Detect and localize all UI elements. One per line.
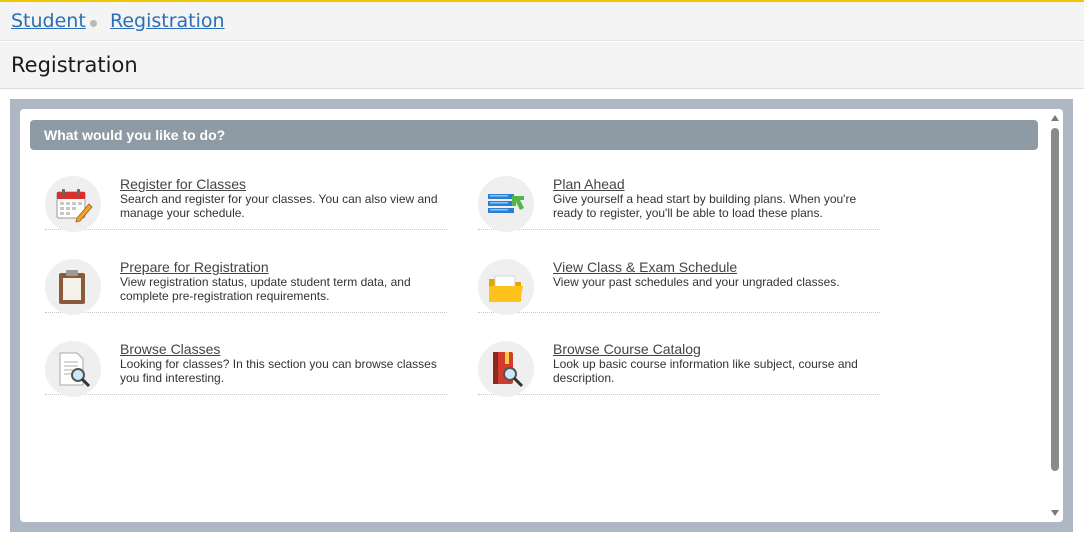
prepare-for-registration-description: View registration status, update student… xyxy=(120,275,411,303)
breadcrumb-separator xyxy=(90,20,97,27)
register-for-classes-description: Search and register for your classes. Yo… xyxy=(120,192,438,220)
scroll-thumb[interactable] xyxy=(1051,128,1059,471)
breadcrumb: Student Registration xyxy=(0,2,1084,41)
calendar-pencil-icon xyxy=(45,176,101,232)
breadcrumb-student-link[interactable]: Student xyxy=(11,10,86,32)
view-class-exam-schedule-description: View your past schedules and your ungrad… xyxy=(553,275,840,289)
browse-course-catalog-description: Look up basic course information like su… xyxy=(553,357,858,385)
item-browse-course-catalog: Browse Course Catalog Look up basic cour… xyxy=(478,337,880,397)
scroll-down-arrow-icon[interactable] xyxy=(1051,510,1059,516)
document-search-icon xyxy=(45,341,101,397)
panel-heading: What would you like to do? xyxy=(30,120,1038,150)
title-bar: Registration xyxy=(0,42,1084,89)
book-search-icon xyxy=(478,341,534,397)
item-browse-classes: Browse Classes Looking for classes? In t… xyxy=(45,337,447,397)
registration-panel: What would you like to do? Register for … xyxy=(20,109,1063,522)
plan-ahead-link[interactable]: Plan Ahead xyxy=(553,176,625,192)
plan-list-icon xyxy=(478,176,534,232)
browse-course-catalog-link[interactable]: Browse Course Catalog xyxy=(553,341,701,357)
vertical-scrollbar[interactable] xyxy=(1047,109,1063,522)
plan-ahead-description: Give yourself a head start by building p… xyxy=(553,192,857,220)
item-plan-ahead: Plan Ahead Give yourself a head start by… xyxy=(478,172,880,232)
clipboard-icon xyxy=(45,259,101,315)
scroll-up-arrow-icon[interactable] xyxy=(1051,115,1059,121)
register-for-classes-link[interactable]: Register for Classes xyxy=(120,176,246,192)
item-prepare-for-registration: Prepare for Registration View registrati… xyxy=(45,255,447,315)
prepare-for-registration-link[interactable]: Prepare for Registration xyxy=(120,259,269,275)
item-register-for-classes: Register for Classes Search and register… xyxy=(45,172,447,232)
content-frame: What would you like to do? Register for … xyxy=(10,99,1073,532)
browse-classes-description: Looking for classes? In this section you… xyxy=(120,357,437,385)
browse-classes-link[interactable]: Browse Classes xyxy=(120,341,220,357)
breadcrumb-registration-link[interactable]: Registration xyxy=(110,10,225,32)
folder-icon xyxy=(478,259,534,315)
item-view-class-exam-schedule: View Class & Exam Schedule View your pas… xyxy=(478,255,880,315)
view-class-exam-schedule-link[interactable]: View Class & Exam Schedule xyxy=(553,259,737,275)
page-title: Registration xyxy=(11,53,138,77)
